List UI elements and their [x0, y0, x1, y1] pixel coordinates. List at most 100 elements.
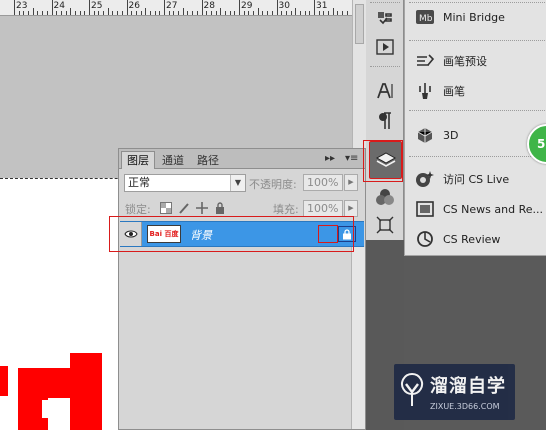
ruler-tick — [304, 11, 306, 15]
menu-item-3d[interactable]: 3D — [405, 122, 546, 148]
history-icon[interactable] — [372, 8, 398, 30]
ruler-tick — [32, 8, 34, 15]
ruler-number: 29 — [241, 1, 253, 11]
ruler-number: 23 — [16, 1, 28, 11]
mini-bridge-icon: Mb — [413, 7, 437, 27]
scrollbar-thumb[interactable] — [355, 4, 364, 44]
panel-menu-icon[interactable]: ▾≡ — [345, 153, 358, 164]
ruler-number: 30 — [278, 1, 290, 11]
ruler-tick — [271, 11, 273, 15]
ruler-tick — [328, 11, 330, 15]
cs-review-icon — [413, 229, 437, 249]
watermark-logo-icon — [401, 373, 424, 406]
character-icon[interactable] — [372, 80, 398, 102]
menu-item-label: 3D — [443, 128, 459, 142]
ruler-number: 25 — [91, 1, 103, 11]
annotation-layers-button — [363, 140, 403, 182]
ruler-tick — [178, 11, 180, 15]
ruler-tick — [46, 11, 48, 15]
ruler-tick — [337, 11, 339, 15]
menu-item-cs-news[interactable]: CS News and Re... — [405, 196, 546, 222]
lock-image-icon[interactable] — [177, 201, 191, 215]
menu-item-mini-bridge[interactable]: Mb Mini Bridge — [405, 4, 546, 30]
ruler-tick — [79, 11, 81, 15]
fill-label: 填充: — [273, 203, 299, 216]
ruler-tick — [239, 0, 240, 15]
ruler-tick — [154, 11, 156, 15]
ruler-tick — [276, 0, 278, 15]
ruler-tick — [93, 11, 95, 15]
blend-mode-select[interactable]: 正常 ▼ — [124, 174, 246, 192]
menu-separator — [409, 110, 545, 112]
ruler-tick — [248, 11, 250, 15]
tab-label: 路径 — [197, 154, 219, 167]
ruler-tick — [65, 11, 67, 15]
ruler-tick — [74, 11, 76, 15]
ruler-tick — [262, 11, 264, 15]
blend-opacity-row: 正常 ▼ 不透明度: 100% ▶ — [119, 171, 365, 195]
menu-item-brush-presets[interactable]: 画笔预设 — [405, 48, 546, 74]
ruler-tick — [145, 8, 147, 15]
ruler-tick — [159, 11, 161, 15]
ruler-tick — [37, 11, 39, 15]
watermark-title: 溜溜自学 — [430, 376, 506, 397]
fill-value: 100% — [307, 202, 339, 215]
ruler-tick — [28, 11, 30, 15]
paragraph-icon[interactable] — [372, 110, 398, 132]
ruler-tick — [192, 11, 194, 15]
ruler-tick — [70, 8, 72, 15]
ruler-tick — [299, 11, 301, 15]
ruler-tick — [257, 8, 259, 15]
menu-item-cs-review[interactable]: CS Review — [405, 226, 546, 252]
lock-transparent-icon[interactable] — [159, 201, 173, 215]
tab-layers[interactable]: 图层 — [121, 151, 155, 169]
actions-play-icon[interactable] — [372, 36, 398, 58]
opacity-arrow-icon[interactable]: ▶ — [344, 174, 358, 191]
ruler-number: 27 — [166, 1, 178, 11]
tab-label: 图层 — [127, 154, 149, 167]
ruler-tick — [51, 0, 53, 15]
channels-icon[interactable] — [372, 186, 398, 208]
ruler-tick — [201, 0, 203, 15]
ruler-tick — [18, 11, 20, 15]
collapse-panel-icon[interactable]: ▸▸ — [325, 153, 335, 164]
dock-separator — [370, 2, 400, 4]
ruler-tick — [112, 11, 114, 15]
lock-position-icon[interactable] — [195, 201, 209, 215]
ruler-number: 31 — [316, 1, 328, 11]
menu-item-label: CS News and Re... — [443, 202, 543, 216]
ruler-tick — [346, 11, 348, 15]
layers-panel: 图层 通道 路径 ▸▸ ▾≡ 正常 ▼ 不透明度: 100% ▶ 锁定: 填充:… — [118, 148, 366, 430]
panel-tab-bar: 图层 通道 路径 ▸▸ ▾≡ — [119, 149, 365, 169]
tab-paths[interactable]: 路径 — [191, 151, 225, 169]
red-shape — [18, 368, 48, 430]
layers-scrollbar[interactable] — [351, 247, 365, 429]
opacity-label: 不透明度: — [249, 178, 297, 191]
ruler-tick — [314, 0, 315, 15]
menu-item-brush[interactable]: 画笔 — [405, 78, 546, 104]
watermark-url: ZIXUE.3D66.COM — [430, 402, 500, 411]
ruler-tick — [210, 11, 212, 15]
ruler-tick — [243, 11, 245, 15]
ruler-tick — [323, 11, 325, 15]
ruler-tick — [149, 11, 151, 15]
menu-item-label: 画笔 — [443, 85, 465, 98]
ruler-tick — [290, 11, 292, 15]
tab-channels[interactable]: 通道 — [156, 151, 190, 169]
lock-all-icon[interactable] — [213, 201, 227, 215]
opacity-field[interactable]: 100% — [303, 174, 343, 191]
menu-item-cs-live[interactable]: 访问 CS Live — [405, 166, 546, 192]
ruler-tick — [107, 8, 109, 15]
ruler-tick — [342, 11, 344, 15]
dock-separator — [370, 66, 400, 68]
transform-icon[interactable] — [372, 214, 398, 236]
brush-presets-icon — [413, 51, 437, 71]
ruler-tick — [267, 11, 269, 15]
dock-column — [366, 0, 404, 240]
fill-field[interactable]: 100% — [303, 200, 343, 217]
ruler-tick — [23, 11, 25, 15]
panel-menu-column: Mb Mini Bridge 画笔预设 画笔 3D 访问 CS Live CS … — [404, 0, 546, 256]
cs-live-icon — [413, 169, 437, 189]
red-shape — [0, 366, 8, 396]
fill-arrow-icon[interactable]: ▶ — [344, 200, 358, 217]
